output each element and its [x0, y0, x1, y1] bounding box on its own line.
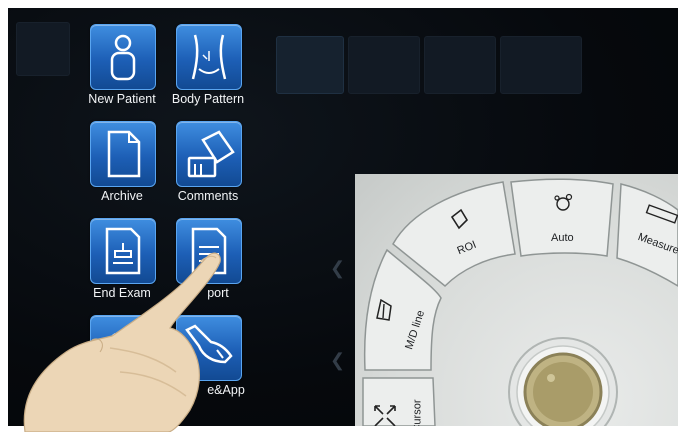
control-panel-inset: ROI Auto Measure M/D line Cursor [355, 174, 678, 426]
cursor-label: Cursor [411, 399, 424, 426]
control-panel-keys [362, 178, 678, 426]
photo-stage: ❮ ❮ New Patient Body Pattern Archive Com… [0, 0, 685, 432]
auto-label: Auto [551, 232, 574, 244]
auto-key[interactable] [510, 178, 614, 257]
cursor-key[interactable] [362, 377, 436, 426]
trackball[interactable] [508, 337, 618, 426]
